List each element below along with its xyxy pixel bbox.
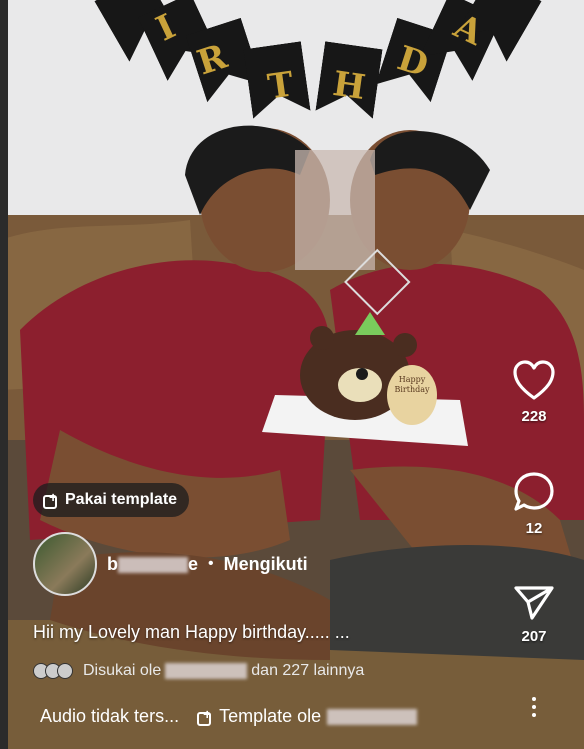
like-button[interactable]: 228 xyxy=(494,360,574,425)
liked-by-row[interactable]: Disukai ole dan 227 lainnya xyxy=(33,662,364,680)
use-template-button[interactable]: Pakai template xyxy=(33,483,190,517)
comment-count: 12 xyxy=(525,520,543,537)
username-start: b xyxy=(107,553,118,574)
more-dot xyxy=(532,705,536,709)
template-icon xyxy=(43,489,59,509)
author-row: be • Mengikuti xyxy=(33,532,308,596)
action-rail: 228 12 207 xyxy=(494,360,574,680)
audio-row: Audio tidak ters... Template ole xyxy=(40,706,418,727)
liker-name-blur xyxy=(165,663,248,679)
comment-button[interactable]: 12 xyxy=(494,470,574,537)
comment-icon xyxy=(514,472,554,511)
share-button[interactable]: 207 xyxy=(494,582,574,645)
avatar[interactable] xyxy=(33,532,97,596)
send-icon xyxy=(514,586,554,620)
like-count: 228 xyxy=(521,408,547,425)
plaque-line-2: Birthday xyxy=(394,385,430,395)
left-edge-bar xyxy=(0,0,8,749)
banner-letter: T xyxy=(265,64,296,108)
liked-by-prefix: Disukai ole xyxy=(83,662,162,679)
template-attribution-label: Template ole xyxy=(219,706,322,726)
share-count: 207 xyxy=(521,628,547,645)
separator-dot: • xyxy=(208,555,214,572)
liked-by-suffix: dan 227 lainnya xyxy=(251,662,365,679)
template-icon xyxy=(197,706,213,726)
banner-letter: H xyxy=(330,63,368,109)
liker-avatar xyxy=(57,663,73,679)
more-options-icon[interactable] xyxy=(532,697,536,717)
more-dot xyxy=(532,713,536,717)
following-button[interactable]: Mengikuti xyxy=(224,554,308,575)
cake-plaque: Happy Birthday xyxy=(392,375,432,396)
audio-label[interactable]: Audio tidak ters... xyxy=(40,706,179,727)
more-dot xyxy=(532,697,536,701)
username-blur xyxy=(118,556,188,573)
plaque-line-1: Happy xyxy=(398,375,426,384)
template-attribution[interactable]: Template ole xyxy=(197,706,418,727)
use-template-label: Pakai template xyxy=(65,491,178,508)
username[interactable]: be xyxy=(107,554,198,575)
heart-icon xyxy=(513,360,555,400)
username-end: e xyxy=(188,553,199,574)
caption[interactable]: Hii my Lovely man Happy birthday..... ..… xyxy=(33,622,350,643)
template-author-blur xyxy=(327,708,418,725)
